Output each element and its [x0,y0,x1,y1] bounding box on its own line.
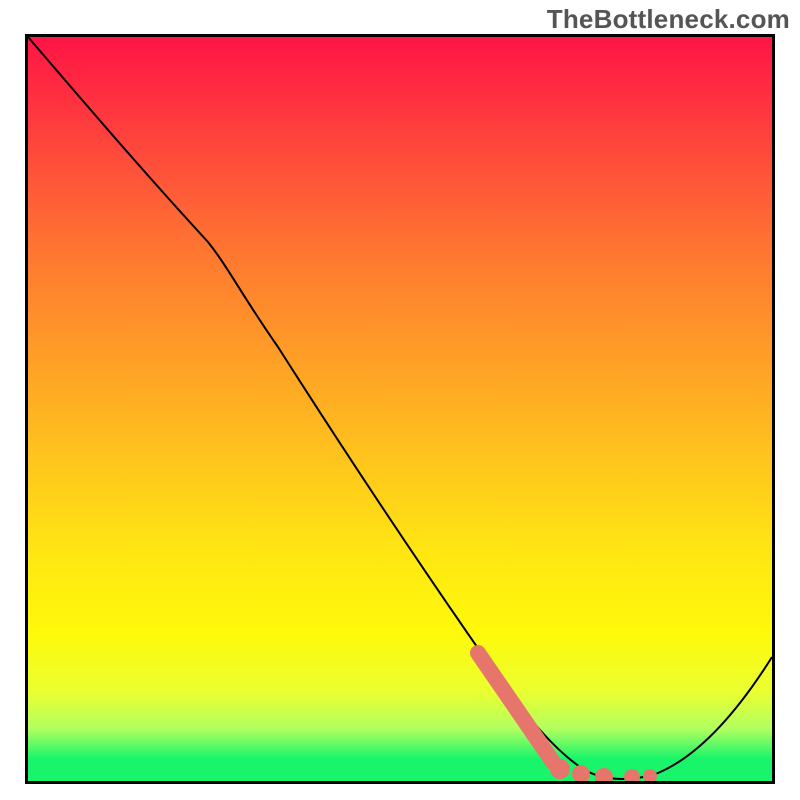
highlight-dot-2 [572,765,590,781]
chart-container: { "watermark": "TheBottleneck.com", "cha… [0,0,800,800]
plot-area [25,34,775,784]
highlight-dot-1 [550,759,570,779]
highlight-dot-3 [595,768,613,781]
highlight-dot-5 [643,769,657,781]
bottleneck-curve [28,37,772,779]
highlight-dot-4 [624,769,640,781]
highlight-slope [478,653,553,762]
watermark-text: TheBottleneck.com [547,4,790,35]
curve-layer [28,37,772,781]
